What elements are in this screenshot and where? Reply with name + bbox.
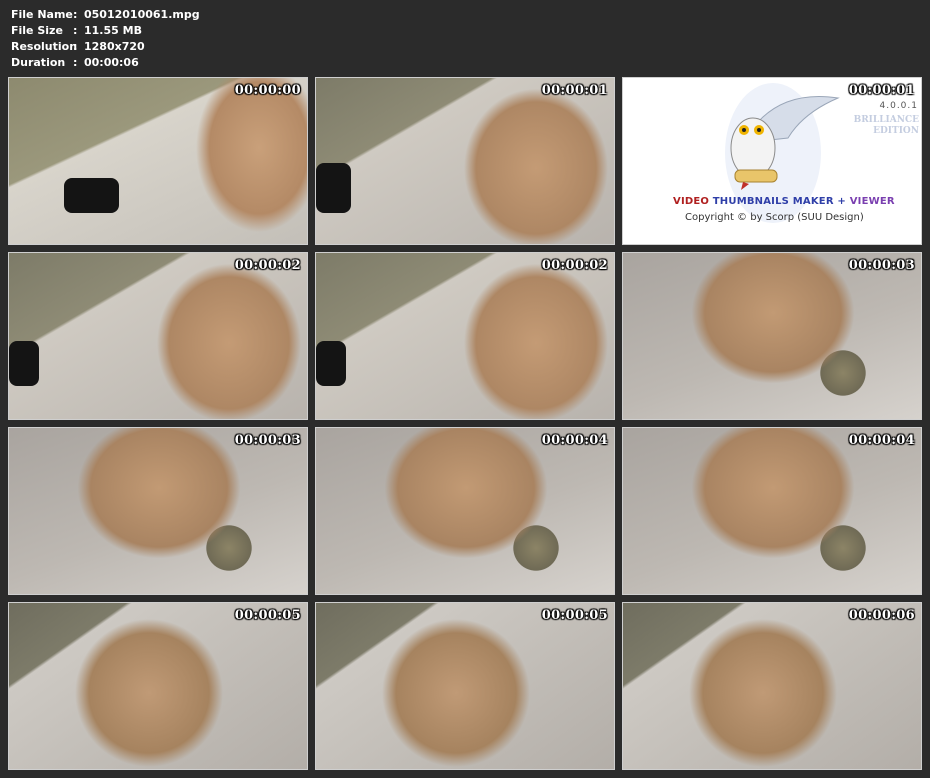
frame-image bbox=[623, 253, 921, 419]
thumbnail-frame[interactable]: 00:00:04 bbox=[315, 427, 615, 595]
thumbnail-sheet: File Name : 05012010061.mpg File Size : … bbox=[0, 0, 930, 778]
timestamp: 00:00:01 bbox=[848, 83, 915, 98]
separator: : bbox=[73, 24, 78, 37]
frame-image bbox=[9, 603, 307, 769]
thumbnail-frame[interactable]: 00:00:03 bbox=[8, 427, 308, 595]
file-size-row: File Size : 11.55 MB bbox=[11, 23, 200, 39]
file-name-label: File Name bbox=[11, 8, 73, 21]
frame-image bbox=[623, 428, 921, 594]
logo-title-word-3: VIEWER bbox=[849, 196, 895, 207]
timestamp: 00:00:04 bbox=[848, 433, 915, 448]
resolution-label: Resolution bbox=[11, 40, 78, 53]
thumbnail-frame[interactable]: 00:00:02 bbox=[8, 252, 308, 420]
file-name-value: 05012010061.mpg bbox=[84, 8, 200, 21]
duration-value: 00:00:06 bbox=[84, 56, 139, 69]
frame-image bbox=[316, 603, 614, 769]
edition-line-1: BRILLIANCE bbox=[853, 115, 919, 125]
thumbnail-frame[interactable]: 00:00:05 bbox=[315, 602, 615, 770]
frame-detail bbox=[316, 163, 351, 213]
frame-detail bbox=[9, 341, 39, 386]
timestamp: 00:00:04 bbox=[541, 433, 608, 448]
frame-image bbox=[9, 253, 307, 419]
timestamp: 00:00:02 bbox=[541, 258, 608, 273]
edition-line-2: EDITION bbox=[873, 126, 919, 136]
separator: : bbox=[73, 8, 78, 21]
logo-frame: 4.0.0.1 BRILLIANCE EDITION VIDEO THUMBNA… bbox=[622, 77, 922, 245]
frame-image bbox=[316, 78, 614, 244]
thumbnail-frame[interactable]: 00:00:05 bbox=[8, 602, 308, 770]
frame-image bbox=[316, 428, 614, 594]
frame-image bbox=[9, 78, 307, 244]
thumbnail-frame[interactable]: 00:00:03 bbox=[622, 252, 922, 420]
logo-title-word-2: THUMBNAILS MAKER bbox=[712, 196, 834, 207]
frame-image bbox=[623, 603, 921, 769]
frame-image bbox=[9, 428, 307, 594]
timestamp: 00:00:05 bbox=[541, 608, 608, 623]
timestamp: 00:00:06 bbox=[848, 608, 915, 623]
frame-image bbox=[316, 253, 614, 419]
timestamp: 00:00:03 bbox=[848, 258, 915, 273]
version-label: 4.0.0.1 bbox=[879, 101, 918, 111]
logo-copyright: Copyright © by Scorp (SUU Design) bbox=[685, 212, 864, 223]
separator: : bbox=[73, 40, 78, 53]
separator: : bbox=[73, 56, 78, 69]
duration-label: Duration bbox=[11, 56, 66, 69]
file-size-label: File Size bbox=[11, 24, 63, 37]
resolution-row: Resolution : 1280x720 bbox=[11, 39, 200, 55]
timestamp: 00:00:02 bbox=[234, 258, 301, 273]
frame-detail bbox=[316, 341, 346, 386]
timestamp: 00:00:05 bbox=[234, 608, 301, 623]
thumbnail-frame[interactable]: 00:00:02 bbox=[315, 252, 615, 420]
timestamp: 00:00:01 bbox=[541, 83, 608, 98]
thumbnail-grid: 00:00:00 00:00:01 4.0.0.1 BRILLIANCE EDI… bbox=[8, 77, 922, 770]
timestamp: 00:00:03 bbox=[234, 433, 301, 448]
duration-row: Duration : 00:00:06 bbox=[11, 55, 200, 71]
thumbnail-frame[interactable]: 00:00:00 bbox=[8, 77, 308, 245]
file-name-row: File Name : 05012010061.mpg bbox=[11, 7, 200, 23]
logo-title-word-1: VIDEO bbox=[673, 196, 710, 207]
thumbnail-frame[interactable]: 00:00:06 bbox=[622, 602, 922, 770]
edition-label: BRILLIANCE EDITION bbox=[854, 115, 919, 137]
thumbnail-frame[interactable]: 00:00:04 bbox=[622, 427, 922, 595]
logo-title: VIDEO THUMBNAILS MAKER + VIEWER bbox=[673, 196, 895, 207]
thumbnail-frame[interactable]: 00:00:01 bbox=[315, 77, 615, 245]
frame-detail bbox=[64, 178, 119, 213]
file-info-header: File Name : 05012010061.mpg File Size : … bbox=[11, 7, 200, 71]
logo-title-plus: + bbox=[837, 196, 847, 207]
file-size-value: 11.55 MB bbox=[84, 24, 142, 37]
timestamp: 00:00:00 bbox=[234, 83, 301, 98]
resolution-value: 1280x720 bbox=[84, 40, 145, 53]
